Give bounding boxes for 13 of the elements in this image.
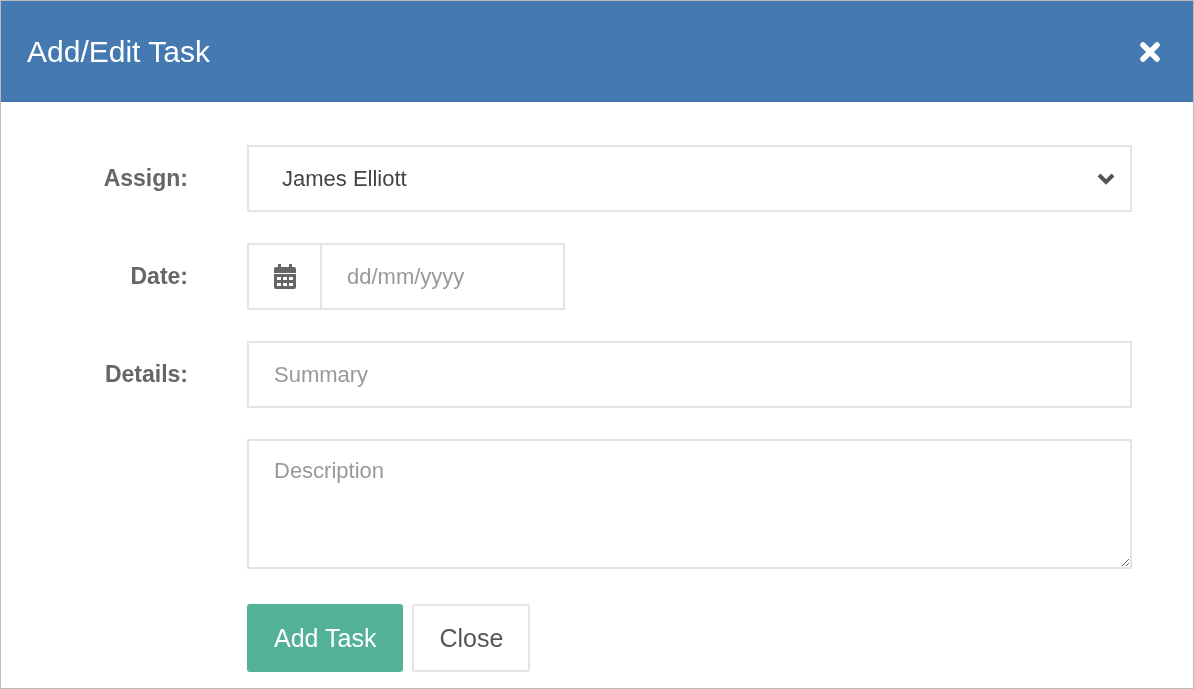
- field-label: Assign:: [103, 165, 188, 192]
- date-field[interactable]: dd/mm/yyyy: [322, 243, 565, 310]
- calendar-icon[interactable]: [273, 264, 296, 289]
- field-label: Date:: [130, 263, 188, 290]
- chevron-icon: [1096, 171, 1116, 186]
- dialog-title: Add/Edit Task: [27, 34, 210, 69]
- field-label: Details:: [104, 361, 188, 388]
- description-field[interactable]: Description: [247, 439, 1132, 569]
- calendar-addon[interactable]: [247, 243, 322, 310]
- assign-dropdown[interactable]: James Elliott: [247, 145, 1132, 212]
- close-icon[interactable]: [1139, 40, 1161, 63]
- summary-field[interactable]: Summary: [247, 341, 1132, 408]
- close-button[interactable]: Close: [412, 604, 531, 672]
